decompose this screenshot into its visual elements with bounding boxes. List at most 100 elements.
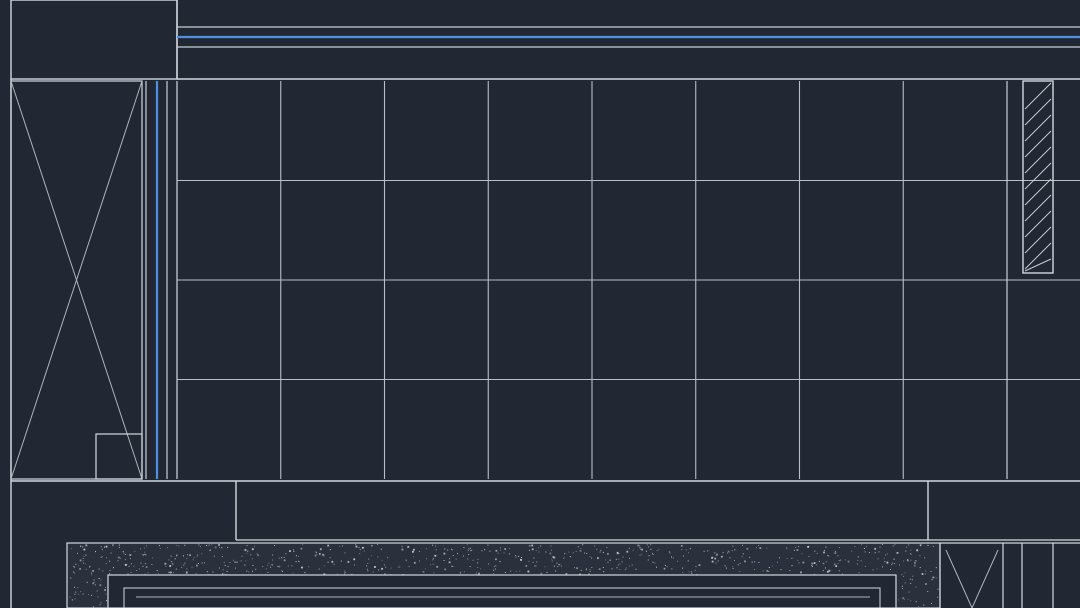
terrazzo-speckle: [607, 553, 609, 555]
terrazzo-speckle: [124, 558, 126, 560]
terrazzo-speckle: [801, 553, 803, 555]
terrazzo-speckle: [322, 554, 325, 557]
terrazzo-speckle: [94, 584, 96, 586]
terrazzo-speckle: [128, 565, 130, 567]
terrazzo-speckle: [861, 544, 863, 546]
terrazzo-speckle: [213, 555, 215, 557]
terrazzo-speckle: [656, 550, 658, 551]
terrazzo-speckle: [927, 545, 929, 546]
terrazzo-speckle: [227, 546, 229, 548]
terrazzo-speckle: [459, 572, 461, 574]
terrazzo-speckle: [77, 552, 78, 554]
terrazzo-speckle: [390, 567, 392, 569]
terrazzo-speckle: [74, 598, 76, 600]
terrazzo-speckle: [167, 547, 169, 549]
terrazzo-speckle: [838, 570, 840, 572]
terrazzo-speckle: [616, 567, 618, 569]
terrazzo-speckle: [663, 567, 666, 570]
terrazzo-speckle: [822, 570, 824, 572]
terrazzo-speckle: [70, 577, 72, 579]
terrazzo-speckle: [255, 568, 257, 570]
terrazzo-speckle: [106, 600, 107, 602]
terrazzo-speckle: [435, 545, 437, 547]
terrazzo-speckle: [151, 564, 153, 565]
terrazzo-speckle: [650, 548, 652, 550]
terrazzo-speckle: [105, 563, 107, 565]
terrazzo-speckle: [251, 548, 254, 551]
terrazzo-speckle: [780, 569, 782, 571]
terrazzo-speckle: [329, 549, 331, 551]
terrazzo-speckle: [766, 547, 768, 549]
terrazzo-speckle: [791, 565, 793, 567]
terrazzo-speckle: [589, 570, 591, 572]
terrazzo-speckle: [174, 558, 176, 560]
terrazzo-speckle: [712, 556, 714, 558]
terrazzo-speckle: [768, 570, 770, 572]
terrazzo-speckle: [837, 555, 839, 557]
terrazzo-speckle: [717, 560, 719, 562]
terrazzo-speckle: [737, 564, 739, 566]
terrazzo-speckle: [385, 566, 387, 568]
terrazzo-speckle: [872, 569, 874, 571]
terrazzo-speckle: [443, 560, 445, 561]
terrazzo-speckle: [786, 548, 788, 550]
terrazzo-speckle: [729, 557, 731, 559]
terrazzo-speckle: [728, 551, 730, 553]
terrazzo-speckle: [251, 558, 253, 560]
terrazzo-speckle: [564, 553, 566, 555]
terrazzo-speckle: [669, 552, 671, 554]
terrazzo-speckle: [189, 554, 191, 557]
terrazzo-speckle: [69, 596, 71, 598]
terrazzo-speckle: [123, 552, 125, 554]
terrazzo-speckle: [711, 560, 714, 563]
terrazzo-speckle: [444, 548, 446, 550]
terrazzo-speckle: [381, 567, 383, 570]
terrazzo-speckle: [223, 572, 225, 574]
terrazzo-speckle: [316, 553, 318, 555]
terrazzo-speckle: [869, 552, 870, 554]
terrazzo-speckle: [878, 551, 880, 553]
terrazzo-speckle: [727, 552, 729, 554]
terrazzo-speckle: [851, 550, 853, 552]
terrazzo-speckle: [884, 561, 886, 563]
terrazzo-speckle: [418, 550, 420, 552]
terrazzo-speckle: [816, 564, 818, 566]
terrazzo-speckle: [436, 565, 439, 568]
terrazzo-speckle: [241, 555, 243, 557]
terrazzo-speckle: [746, 547, 749, 550]
terrazzo-speckle: [477, 567, 479, 568]
terrazzo-speckle: [383, 564, 385, 566]
terrazzo-speckle: [176, 555, 177, 557]
terrazzo-speckle: [515, 571, 517, 573]
terrazzo-speckle: [639, 547, 641, 549]
terrazzo-speckle: [902, 597, 905, 600]
terrazzo-speckle: [183, 564, 185, 566]
terrazzo-speckle: [164, 562, 167, 565]
terrazzo-speckle: [80, 591, 82, 593]
terrazzo-speckle: [186, 570, 188, 572]
terrazzo-speckle: [73, 566, 75, 567]
terrazzo-speckle: [716, 553, 718, 556]
terrazzo-speckle: [879, 546, 881, 548]
terrazzo-speckle: [688, 571, 690, 573]
terrazzo-speckle: [937, 588, 939, 590]
terrazzo-speckle: [622, 556, 624, 558]
terrazzo-speckle: [931, 579, 933, 581]
terrazzo-speckle: [377, 544, 379, 545]
terrazzo-speckle: [766, 570, 769, 572]
terrazzo-speckle: [603, 571, 605, 573]
terrazzo-speckle: [619, 563, 621, 565]
terrazzo-speckle: [499, 561, 501, 562]
terrazzo-speckle: [903, 560, 905, 562]
terrazzo-speckle: [874, 548, 877, 550]
terrazzo-speckle: [308, 566, 310, 568]
terrazzo-speckle: [919, 555, 921, 557]
terrazzo-speckle: [475, 573, 477, 575]
terrazzo-speckle: [519, 570, 521, 572]
terrazzo-speckle: [109, 573, 111, 575]
terrazzo-speckle: [734, 549, 736, 551]
terrazzo-speckle: [754, 561, 756, 563]
terrazzo-speckle: [847, 560, 850, 563]
terrazzo-speckle: [82, 560, 84, 562]
terrazzo-speckle: [500, 549, 502, 551]
